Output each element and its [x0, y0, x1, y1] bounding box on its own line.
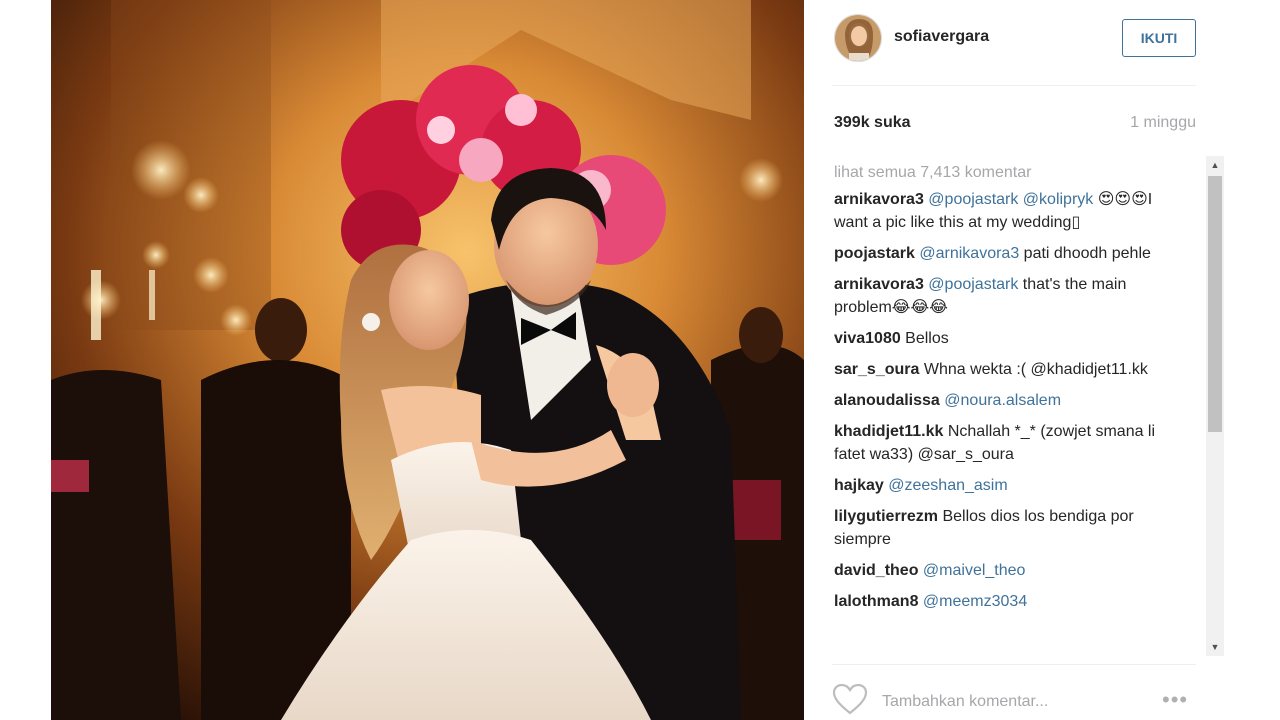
comment-username[interactable]: arnikavora3 [834, 191, 924, 208]
post-footer: ••• [832, 664, 1196, 720]
comment-mention[interactable]: @poojastark @kolipryk [928, 191, 1093, 208]
comment-mention[interactable]: @poojastark [928, 276, 1018, 293]
comment-username[interactable]: viva1080 [834, 330, 901, 347]
follow-button[interactable]: IKUTI [1122, 19, 1196, 57]
scrollbar-thumb[interactable] [1208, 176, 1222, 432]
more-options-icon[interactable]: ••• [1162, 687, 1198, 713]
comment-username[interactable]: david_theo [834, 562, 918, 579]
scroll-down-arrow-icon[interactable]: ▼ [1206, 638, 1224, 656]
post-side-panel: sofiavergara IKUTI 399k suka 1 minggu li… [804, 0, 1226, 720]
post-photo[interactable] [51, 0, 804, 720]
comment-item: arnikavora3 @poojastark @kolipryk 😍😍😍I w… [834, 188, 1198, 234]
comment-item: lilygutierrezm Bellos dios los bendiga p… [834, 505, 1198, 551]
comment-item: viva1080 Bellos [834, 327, 1198, 350]
comment-username[interactable]: arnikavora3 [834, 276, 924, 293]
comment-username[interactable]: lilygutierrezm [834, 508, 938, 525]
profile-picture-icon [835, 15, 881, 61]
wedding-dance-photo [51, 0, 804, 720]
comment-item: sar_s_oura Whna wekta :( @khadidjet11.kk [834, 358, 1198, 381]
heart-icon[interactable] [832, 683, 868, 715]
avatar[interactable] [834, 14, 882, 62]
comment-item: david_theo @maivel_theo [834, 559, 1198, 582]
like-count[interactable]: 399k suka [834, 114, 911, 132]
comment-item: alanoudalissa @noura.alsalem [834, 389, 1198, 412]
comment-item: lalothman8 @meemz3034 [834, 590, 1198, 613]
comment-text: Whna wekta :( @khadidjet11.kk [919, 361, 1148, 378]
scroll-up-arrow-icon[interactable]: ▲ [1206, 156, 1224, 174]
comment-username[interactable]: khadidjet11.kk [834, 423, 943, 440]
comment-username[interactable]: hajkay [834, 477, 884, 494]
comment-mention[interactable]: @zeeshan_asim [888, 477, 1007, 494]
view-all-comments-link[interactable]: lihat semua 7,413 komentar [834, 161, 1198, 184]
right-gutter [1226, 0, 1280, 720]
comment-username[interactable]: poojastark [834, 245, 915, 262]
comment-mention[interactable]: @arnikavora3 [919, 245, 1019, 262]
comment-item: poojastark @arnikavora3 pati dhoodh pehl… [834, 242, 1198, 265]
comment-mention[interactable]: @maivel_theo [923, 562, 1026, 579]
comments-scrollbar[interactable]: ▲ ▼ [1206, 156, 1224, 656]
post-header: sofiavergara IKUTI [832, 0, 1196, 86]
comment-item: hajkay @zeeshan_asim [834, 474, 1198, 497]
comment-mention[interactable]: @noura.alsalem [944, 392, 1061, 409]
comment-item: khadidjet11.kk Nchallah *_* (zowjet sman… [834, 420, 1198, 466]
comment-item: arnikavora3 @poojastark that's the main … [834, 273, 1198, 319]
left-gutter [0, 0, 51, 720]
comment-username[interactable]: sar_s_oura [834, 361, 919, 378]
comment-text: Bellos [900, 330, 949, 347]
post-timestamp[interactable]: 1 minggu [1130, 114, 1196, 132]
comment-text: pati dhoodh pehle [1019, 245, 1151, 262]
comments-list[interactable]: lihat semua 7,413 komentar arnikavora3 @… [834, 152, 1198, 660]
comment-mention[interactable]: @meemz3034 [923, 593, 1027, 610]
username[interactable]: sofiavergara [894, 28, 989, 46]
comment-username[interactable]: lalothman8 [834, 593, 918, 610]
comment-username[interactable]: alanoudalissa [834, 392, 940, 409]
add-comment-input[interactable] [882, 689, 1122, 715]
